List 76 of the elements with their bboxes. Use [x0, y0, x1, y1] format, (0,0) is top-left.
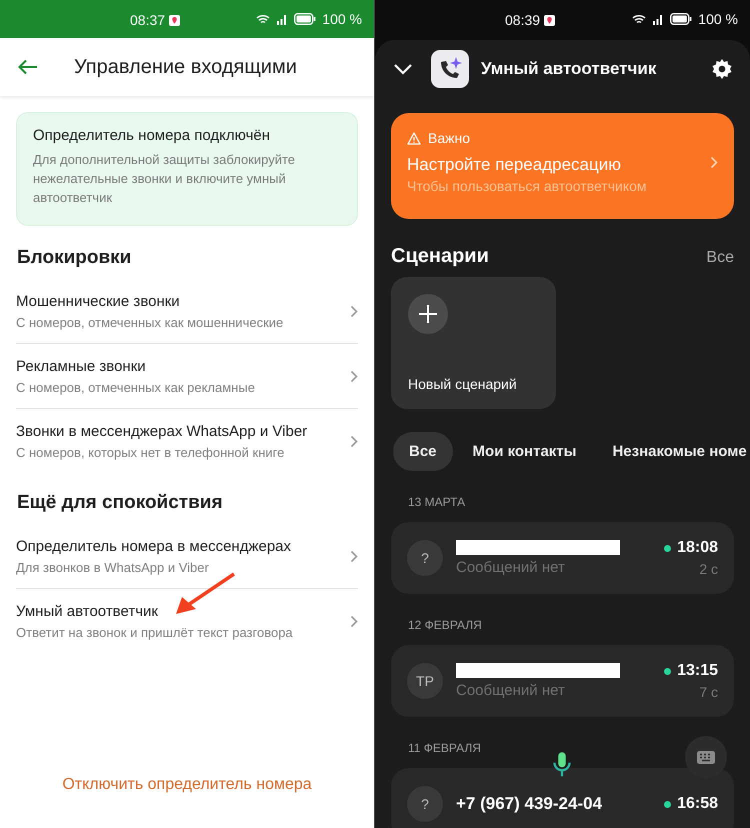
- battery-icon: [294, 13, 316, 25]
- chevron-icon: [710, 156, 718, 168]
- arrow-drawing: [174, 572, 236, 616]
- call-duration: 7 с: [699, 684, 718, 700]
- settings-row[interactable]: Мошеннические звонки С номеров, отмеченных как мошеннические: [16, 279, 358, 344]
- caller-avatar: ?: [407, 540, 443, 576]
- row-title: Рекламные звонки: [16, 358, 146, 374]
- settings-row[interactable]: Определитель номера в мессенджерах Для звонков в WhatsApp и Viber: [16, 524, 358, 589]
- alert-subtitle: Чтобы пользоваться автоответчиком: [407, 178, 647, 194]
- keyboard-icon: [697, 750, 715, 764]
- row-subtitle: С номеров, которых нет в телефонной книге: [16, 444, 284, 460]
- warning-icon: [407, 132, 421, 144]
- chevron-icon: [350, 370, 358, 382]
- row-subtitle: Для звонков в WhatsApp и Viber: [16, 560, 209, 574]
- section-heading: Блокировки: [17, 247, 132, 269]
- call-time: 16:58: [677, 795, 718, 813]
- call-card[interactable]: ТР Сообщений нет 13:15 7 с: [391, 645, 734, 717]
- screen-title: Управление входящими: [74, 56, 297, 78]
- row-title: Мошеннические звонки: [16, 292, 180, 310]
- settings-row[interactable]: Умный автоответчик Ответит на звонок и пришлёт текст разговора: [16, 589, 358, 653]
- call-duration: 2 с: [699, 561, 718, 577]
- new-scenario-label: Новый сценарий: [408, 376, 518, 392]
- app-icon: [431, 50, 469, 88]
- call-time: 18:08: [677, 539, 718, 557]
- filter-chip[interactable]: Все: [393, 432, 453, 471]
- chevron-icon: [350, 304, 358, 318]
- call-card[interactable]: ? +7 (967) 439-24-04 16:58: [391, 768, 734, 828]
- battery-percent: 100 %: [698, 11, 738, 27]
- alert-title: Настройте переадресацию: [407, 155, 621, 175]
- see-all-link[interactable]: Все: [706, 249, 734, 267]
- chevron-icon: [350, 614, 358, 628]
- back-icon[interactable]: [18, 59, 38, 75]
- wifi-icon: [632, 14, 646, 24]
- caller-number: +7 (967) 439-24-04: [456, 794, 602, 814]
- settings-row[interactable]: Рекламные звонки С номеров, отмеченных как рекламные: [16, 344, 358, 409]
- status-time: 08:37: [130, 12, 166, 28]
- call-time: 13:15: [677, 662, 718, 680]
- wifi-icon: [256, 14, 270, 24]
- collapse-icon[interactable]: [393, 63, 413, 75]
- battery-percent: 100 %: [322, 11, 362, 27]
- call-card[interactable]: ? Сообщений нет 18:08 2 с: [391, 522, 734, 594]
- new-scenario-card[interactable]: Новый сценарий: [391, 277, 556, 409]
- filter-chip[interactable]: Незнакомые номе: [596, 432, 750, 471]
- row-subtitle: Ответит на звонок и пришлёт текст разговора: [16, 624, 293, 640]
- location-icon: [169, 14, 180, 26]
- plus-icon: [408, 294, 448, 334]
- signal-icon: [652, 14, 664, 24]
- row-subtitle: С номеров, отмеченных как рекламные: [16, 380, 255, 394]
- call-subtitle: Сообщений нет: [456, 559, 565, 576]
- app-title: Умный автоответчик: [481, 59, 658, 79]
- section-heading: Ещё для спокойствия: [17, 492, 223, 514]
- alert-label: Важно: [428, 130, 470, 146]
- battery-icon: [670, 13, 692, 25]
- status-time: 08:39: [505, 12, 540, 28]
- disable-link[interactable]: Отключить определитель номера: [62, 776, 312, 794]
- row-subtitle: С номеров, отмеченных как мошеннические: [16, 314, 284, 330]
- chevron-icon: [350, 550, 358, 562]
- settings-row[interactable]: Звонки в мессенджерах WhatsApp и Viber С номеров, которых нет в телефонной книге: [16, 409, 358, 473]
- filter-chip[interactable]: Мои контакты: [456, 432, 592, 471]
- caller-avatar: ТР: [407, 663, 443, 699]
- settings-icon[interactable]: [712, 59, 732, 79]
- chevron-icon: [350, 434, 358, 448]
- signal-icon: [276, 14, 288, 24]
- date-label: 12 ФЕВРАЛЯ: [408, 618, 482, 632]
- row-title: Определитель номера в мессенджерах: [16, 538, 292, 554]
- row-title: Умный автоответчик: [16, 602, 158, 620]
- banner-title: Определитель номера подключён: [33, 127, 272, 144]
- call-subtitle: Сообщений нет: [456, 682, 565, 699]
- caller-avatar: ?: [407, 786, 443, 822]
- location-icon: [544, 14, 556, 26]
- date-label: 11 ФЕВРАЛЯ: [408, 741, 481, 755]
- banner-text: Для дополнительной защиты заблокируйте нежелательные звонки и включите умный автоответчик: [33, 151, 296, 207]
- date-label: 13 МАРТА: [408, 495, 466, 509]
- row-title: Звонки в мессенджерах WhatsApp и Viber: [16, 422, 308, 440]
- microphone-icon[interactable]: [553, 752, 571, 778]
- section-heading: Сценарии: [391, 245, 490, 268]
